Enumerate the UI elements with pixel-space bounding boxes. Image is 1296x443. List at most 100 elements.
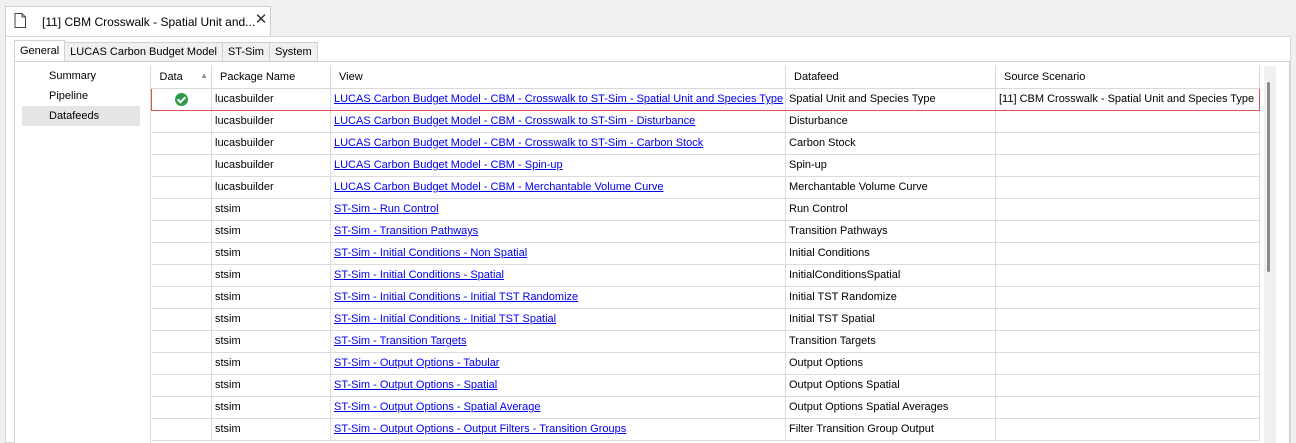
datafeed-cell: Transition Pathways: [785, 220, 996, 243]
tab-lucas-carbon-budget-model[interactable]: LUCAS Carbon Budget Model: [64, 42, 223, 61]
data-cell: [151, 176, 212, 199]
view-cell: LUCAS Carbon Budget Model - CBM - Crossw…: [330, 132, 786, 155]
side-nav-summary[interactable]: Summary: [22, 66, 140, 86]
tab-general[interactable]: General: [14, 40, 66, 61]
datafeed-cell: Initial TST Randomize: [785, 286, 996, 309]
data-cell: [151, 418, 212, 441]
data-cell: [151, 110, 212, 133]
tab-st-sim[interactable]: ST-Sim: [221, 42, 270, 61]
datafeed-cell: Transition Targets: [785, 330, 996, 353]
view-cell: ST-Sim - Initial Conditions - Non Spatia…: [330, 242, 786, 265]
package-name-cell: stsim: [211, 242, 331, 265]
column-header-package-name[interactable]: Package Name: [211, 66, 331, 89]
source-scenario-cell: [995, 286, 1260, 309]
view-link[interactable]: ST-Sim - Initial Conditions - Non Spatia…: [334, 247, 527, 259]
view-link[interactable]: ST-Sim - Initial Conditions - Initial TS…: [334, 313, 556, 325]
side-nav-datafeeds[interactable]: Datafeeds: [22, 106, 140, 126]
view-link[interactable]: LUCAS Carbon Budget Model - CBM - Crossw…: [334, 93, 783, 105]
view-link[interactable]: ST-Sim - Initial Conditions - Initial TS…: [334, 291, 578, 303]
source-scenario-cell: [995, 308, 1260, 331]
source-scenario-cell: [995, 154, 1260, 177]
datafeed-cell: Carbon Stock: [785, 132, 996, 155]
vertical-scrollbar[interactable]: [1264, 66, 1276, 443]
datafeed-cell: Output Options: [785, 352, 996, 375]
data-cell: [151, 286, 212, 309]
data-cell: [151, 330, 212, 353]
table-row[interactable]: stsim ST-Sim - Output Options - Tabular Ou…: [151, 352, 1260, 375]
view-cell: ST-Sim - Initial Conditions - Spatial: [330, 264, 786, 287]
column-header-data-label: Data: [159, 70, 183, 83]
view-link[interactable]: ST-Sim - Initial Conditions - Spatial: [334, 269, 504, 281]
document-tab[interactable]: [11] CBM Crosswalk - Spatial Unit and...…: [5, 6, 271, 36]
view-link[interactable]: ST-Sim - Output Options - Output Filters…: [334, 423, 626, 435]
table-row[interactable]: stsim ST-Sim - Initial Conditions - Spati…: [151, 264, 1260, 287]
table-row[interactable]: lucasbuilder LUCAS Carbon Budget Model - …: [151, 87, 1260, 111]
table-row[interactable]: lucasbuilder LUCAS Carbon Budget Model - …: [151, 110, 1260, 133]
table-row[interactable]: stsim ST-Sim - Output Options - Output Fi…: [151, 418, 1260, 441]
table-body: lucasbuilder LUCAS Carbon Budget Model - …: [151, 87, 1260, 441]
source-scenario-cell: [995, 374, 1260, 397]
datafeed-cell: Output Options Spatial: [785, 374, 996, 397]
package-name-cell: lucasbuilder: [211, 110, 331, 133]
table-row[interactable]: stsim ST-Sim - Output Options - Spatial A…: [151, 396, 1260, 419]
source-scenario-cell: [995, 110, 1260, 133]
view-cell: LUCAS Carbon Budget Model - CBM - Mercha…: [330, 176, 786, 199]
source-scenario-cell: [11] CBM Crosswalk - Spatial Unit and Sp…: [995, 87, 1260, 111]
table-row[interactable]: stsim ST-Sim - Initial Conditions - Initi…: [151, 286, 1260, 309]
data-cell: [151, 132, 212, 155]
package-name-cell: stsim: [211, 286, 331, 309]
datafeeds-table: Data ▲ Package Name View Datafeed Source …: [151, 66, 1260, 441]
view-cell: ST-Sim - Initial Conditions - Initial TS…: [330, 308, 786, 331]
side-nav-pipeline[interactable]: Pipeline: [22, 86, 140, 106]
data-cell: [151, 374, 212, 397]
view-link[interactable]: LUCAS Carbon Budget Model - CBM - Crossw…: [334, 137, 703, 149]
package-name-cell: stsim: [211, 396, 331, 419]
view-link[interactable]: ST-Sim - Output Options - Spatial: [334, 379, 497, 391]
table-row[interactable]: stsim ST-Sim - Output Options - Spatial Ou…: [151, 374, 1260, 397]
column-header-data[interactable]: Data ▲: [151, 66, 212, 89]
scrollbar-thumb[interactable]: [1267, 82, 1270, 272]
view-cell: LUCAS Carbon Budget Model - CBM - Crossw…: [330, 87, 786, 111]
view-cell: LUCAS Carbon Budget Model - CBM - Crossw…: [330, 110, 786, 133]
table-row[interactable]: stsim ST-Sim - Transition Pathways Transit…: [151, 220, 1260, 243]
table-row[interactable]: stsim ST-Sim - Initial Conditions - Initi…: [151, 308, 1260, 331]
datafeed-cell: Disturbance: [785, 110, 996, 133]
column-header-source-scenario[interactable]: Source Scenario: [995, 66, 1260, 89]
table-row[interactable]: stsim ST-Sim - Run Control Run Control: [151, 198, 1260, 221]
package-name-cell: lucasbuilder: [211, 132, 331, 155]
table-row[interactable]: lucasbuilder LUCAS Carbon Budget Model - …: [151, 132, 1260, 155]
view-cell: ST-Sim - Initial Conditions - Initial TS…: [330, 286, 786, 309]
datafeed-cell: Spin-up: [785, 154, 996, 177]
view-link[interactable]: LUCAS Carbon Budget Model - CBM - Mercha…: [334, 181, 664, 193]
data-cell: [151, 154, 212, 177]
close-icon[interactable]: ✕: [254, 12, 268, 27]
datafeed-cell: Spatial Unit and Species Type: [785, 87, 996, 111]
view-link[interactable]: ST-Sim - Run Control: [334, 203, 439, 215]
data-cell: [151, 242, 212, 265]
table-row[interactable]: stsim ST-Sim - Transition Targets Transiti…: [151, 330, 1260, 353]
view-cell: ST-Sim - Transition Pathways: [330, 220, 786, 243]
view-link[interactable]: ST-Sim - Transition Pathways: [334, 225, 478, 237]
data-cell: [151, 87, 212, 111]
datafeed-cell: InitialConditionsSpatial: [785, 264, 996, 287]
package-name-cell: lucasbuilder: [211, 87, 331, 111]
column-header-datafeed[interactable]: Datafeed: [785, 66, 996, 89]
view-cell: LUCAS Carbon Budget Model - CBM - Spin-u…: [330, 154, 786, 177]
view-link[interactable]: ST-Sim - Transition Targets: [334, 335, 466, 347]
source-scenario-cell: [995, 330, 1260, 353]
datafeed-cell: Filter Transition Group Output: [785, 418, 996, 441]
column-header-view[interactable]: View: [330, 66, 786, 89]
table-row[interactable]: lucasbuilder LUCAS Carbon Budget Model - …: [151, 154, 1260, 177]
view-cell: ST-Sim - Output Options - Spatial Averag…: [330, 396, 786, 419]
table-row[interactable]: stsim ST-Sim - Initial Conditions - Non S…: [151, 242, 1260, 265]
table-row[interactable]: lucasbuilder LUCAS Carbon Budget Model - …: [151, 176, 1260, 199]
tab-system[interactable]: System: [268, 42, 318, 61]
source-scenario-cell: [995, 242, 1260, 265]
package-name-cell: stsim: [211, 198, 331, 221]
view-link[interactable]: LUCAS Carbon Budget Model - CBM - Crossw…: [334, 115, 695, 127]
view-link[interactable]: LUCAS Carbon Budget Model - CBM - Spin-u…: [334, 159, 563, 171]
source-scenario-cell: [995, 264, 1260, 287]
view-link[interactable]: ST-Sim - Output Options - Spatial Averag…: [334, 401, 540, 413]
source-scenario-cell: [995, 176, 1260, 199]
view-link[interactable]: ST-Sim - Output Options - Tabular: [334, 357, 499, 369]
